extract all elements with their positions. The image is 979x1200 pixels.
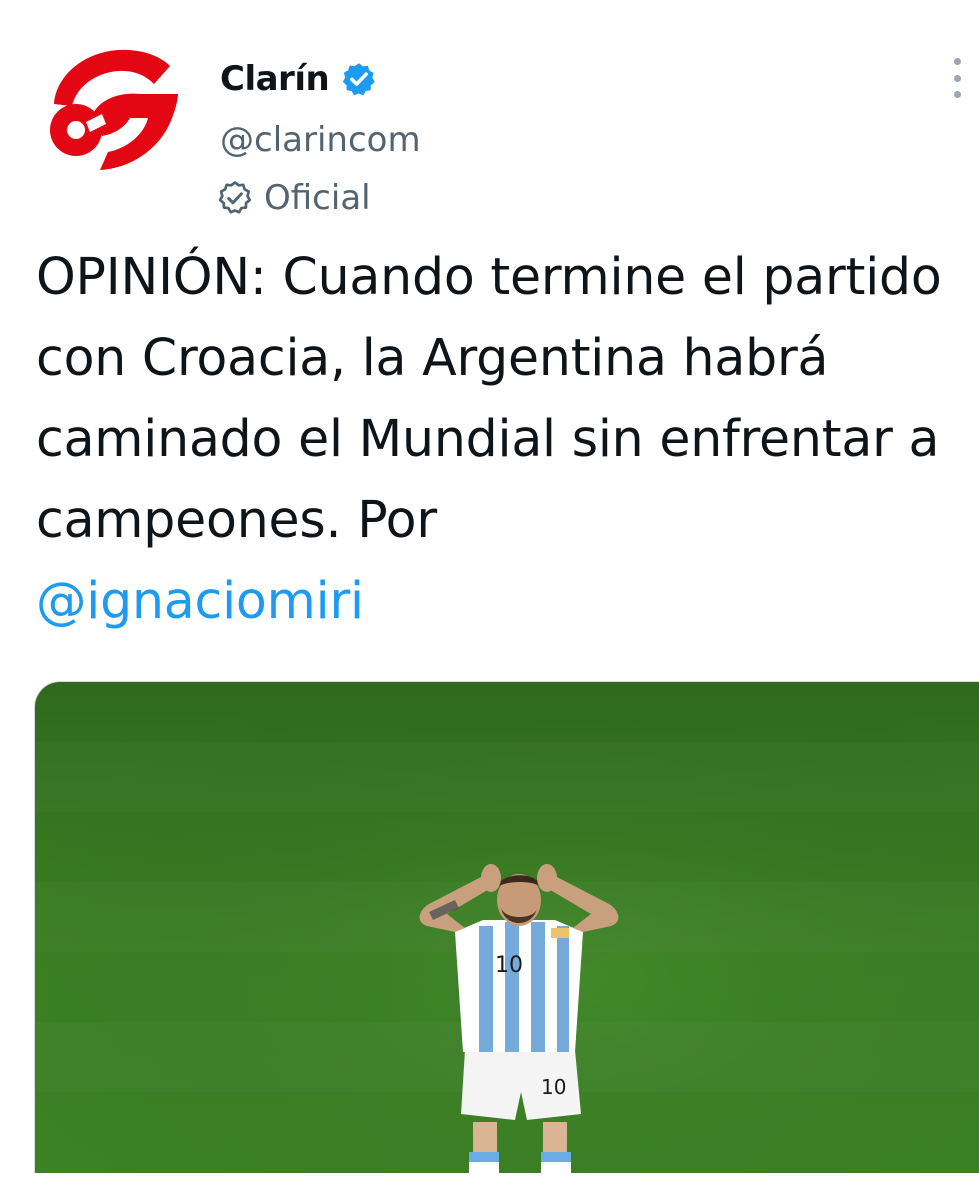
- shorts-number: 10: [541, 1075, 566, 1099]
- tweet-body: OPINIÓN: Cuando termine el partido con C…: [36, 247, 942, 549]
- avatar[interactable]: [36, 34, 184, 182]
- author-display-name[interactable]: Clarín: [220, 59, 330, 99]
- more-options-icon[interactable]: [949, 58, 965, 98]
- clarin-logo: [36, 34, 184, 182]
- player-photo: 10 10: [35, 682, 979, 1200]
- tweet-text: OPINIÓN: Cuando termine el partido con C…: [36, 236, 966, 641]
- author-name-row[interactable]: Clarín: [220, 54, 377, 104]
- author-handle[interactable]: @clarincom: [220, 118, 421, 162]
- official-label-icon: [218, 181, 252, 214]
- official-label[interactable]: Oficial: [216, 176, 371, 220]
- verified-badge-icon: [342, 63, 375, 96]
- official-label-text: Oficial: [264, 178, 371, 218]
- mention-link[interactable]: @ignaciomiri: [36, 571, 364, 630]
- media-bottom-edge: [0, 1173, 979, 1200]
- tweet-media-image[interactable]: 10 10: [34, 681, 979, 1200]
- jersey-number: 10: [495, 953, 523, 978]
